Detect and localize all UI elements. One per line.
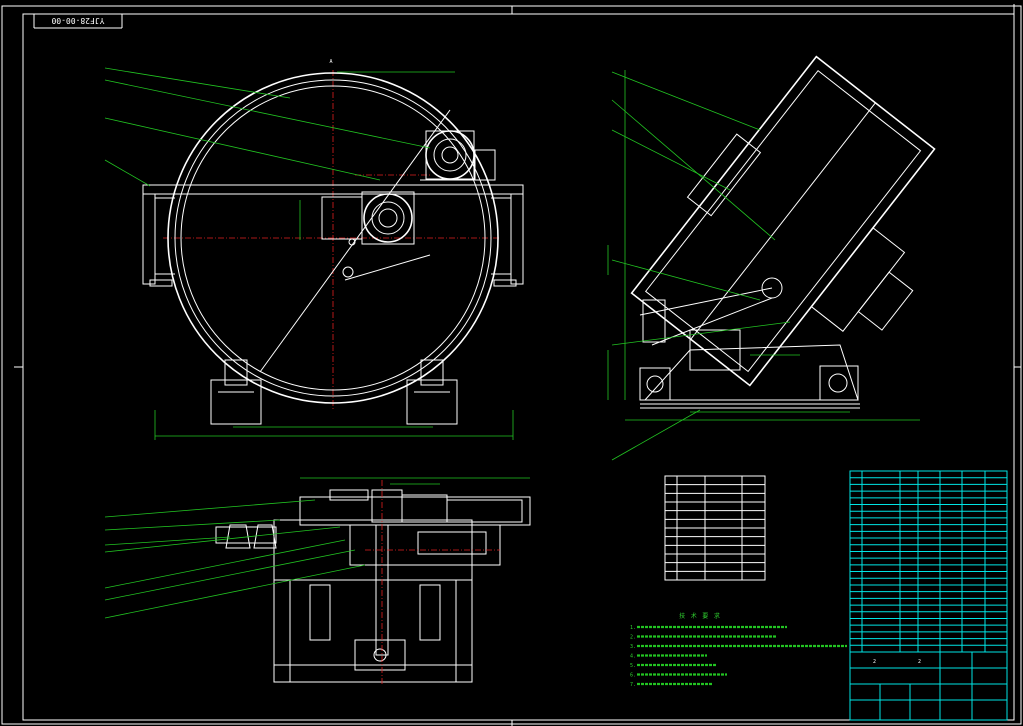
note-number: 1. xyxy=(630,625,636,631)
notes-lines: 1. 2. 3. 4. 5. 6. 7. xyxy=(630,625,847,688)
side-view xyxy=(630,55,936,387)
notes-title: 技 术 要 求 xyxy=(679,612,721,620)
technical-parameter-table xyxy=(664,475,766,581)
title-block-mark-2: 2 xyxy=(918,659,921,665)
parts-list xyxy=(849,470,1008,653)
note-number: 6. xyxy=(630,673,636,679)
side-view-leaders xyxy=(611,71,791,461)
title-block-mark-1: 2 xyxy=(873,659,876,665)
technical-requirements: 技 术 要 求 1. 2. 3. 4. 5. 6. 7. xyxy=(630,612,847,688)
note-number: 3. xyxy=(630,644,636,650)
note-number: 5. xyxy=(630,663,636,669)
plan-view-leaders xyxy=(104,499,366,619)
front-view xyxy=(142,70,524,440)
section-marker: A xyxy=(329,59,332,65)
note-number: 4. xyxy=(630,654,636,660)
plan-view xyxy=(215,477,531,685)
note-number: 2. xyxy=(630,635,636,641)
cad-drawing: YJF28-00-00 A 技 术 要 求 1.2.3.4.5.6.7. 2 2 xyxy=(1,4,1022,726)
title-block: 2 2 xyxy=(849,651,1008,721)
drawing-number: YJF28-00-00 xyxy=(51,16,104,25)
note-number: 7. xyxy=(630,682,636,688)
